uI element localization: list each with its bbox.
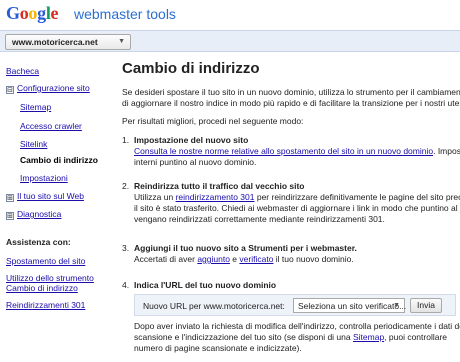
- step-title: Indica l'URL del tuo nuovo dominio: [134, 280, 277, 290]
- verified-site-value: Seleziona un sito verificato...: [298, 301, 407, 311]
- verified-site-dropdown[interactable]: Seleziona un sito verificato... ▼: [293, 298, 407, 313]
- intro-text: Se desideri spostare il tuo sito in un n…: [122, 87, 460, 109]
- step-line: vengano reindirizzati correttamente medi…: [134, 214, 385, 224]
- step-line: Consulta le nostre norme relative allo s…: [134, 146, 460, 157]
- sidebar-item-sitemap[interactable]: Sitemap: [20, 102, 51, 112]
- submit-button[interactable]: Invia: [410, 298, 442, 313]
- assist-link-spostamento[interactable]: Spostamento del sito: [6, 256, 85, 266]
- site-selector-dropdown[interactable]: www.motoricerca.net ▼: [5, 34, 131, 50]
- header: Google webmaster tools: [0, 0, 460, 32]
- step-text: scansione e l'indicizzazione del tuo sit…: [134, 332, 353, 342]
- sidebar-item-il-tuo-sito-sul-web[interactable]: Il tuo sito sul Web: [17, 191, 84, 201]
- after-submit-text: Dopo aver inviato la richiesta di modifi…: [134, 321, 460, 354]
- sidebar-group-diagnostica: ⊞ Diagnostica: [6, 209, 61, 220]
- chevron-down-icon: ▼: [393, 302, 400, 309]
- sidebar-item-accesso-crawler[interactable]: Accesso crawler: [20, 121, 82, 131]
- step-text: . Imposta i: [433, 146, 460, 156]
- step-text: , puoi controllare: [384, 332, 448, 342]
- step-number: 2.: [122, 181, 130, 191]
- step-line: interni puntino al nuovo dominio.: [134, 157, 257, 167]
- step-text: e: [229, 254, 240, 264]
- aggiunto-link[interactable]: aggiunto: [197, 254, 230, 264]
- results-text: Per risultati migliori, procedi nel segu…: [122, 116, 304, 126]
- step-number: 1.: [122, 135, 130, 145]
- step-line: numero di pagine scansionate e indicizza…: [134, 343, 302, 353]
- step-text: Utilizza un: [134, 192, 176, 202]
- intro-line: di aggiornare il nostro indice in modo p…: [122, 98, 460, 108]
- step-text: il tuo nuovo dominio.: [273, 254, 354, 264]
- verificato-link[interactable]: verificato: [239, 254, 273, 264]
- step-title: Impostazione del nuovo sito: [134, 135, 249, 145]
- expand-icon[interactable]: ⊞: [6, 212, 14, 220]
- step-number: 4.: [122, 280, 130, 290]
- step-line: scansione e l'indicizzazione del tuo sit…: [134, 332, 460, 343]
- step-text: Accertati di aver: [134, 254, 198, 264]
- norme-spostamento-link[interactable]: Consulta le nostre norme relative allo s…: [134, 146, 433, 156]
- logo-letter: G: [6, 3, 20, 23]
- assist-title: Assistenza con:: [6, 237, 71, 247]
- product-name: webmaster tools: [74, 6, 176, 22]
- step-body: Aggiungi il tuo nuovo sito a Strumenti p…: [134, 243, 460, 265]
- sidebar-item-sitelink[interactable]: Sitelink: [20, 139, 47, 149]
- step-body: Reindirizza tutto il traffico dal vecchi…: [134, 181, 460, 225]
- page-title: Cambio di indirizzo: [122, 60, 260, 77]
- step-line: Dopo aver inviato la richiesta di modifi…: [134, 321, 460, 331]
- sidebar-item-bacheca[interactable]: Bacheca: [6, 66, 39, 76]
- collapse-icon[interactable]: ⊟: [6, 86, 14, 94]
- logo-letter: e: [50, 3, 59, 23]
- step-body: Indica l'URL del tuo nuovo dominio: [134, 280, 460, 291]
- step-line: Accertati di aver aggiunto e verificato …: [134, 254, 460, 265]
- sidebar-item-cambio-di-indirizzo: Cambio di indirizzo: [20, 155, 98, 165]
- assist-link-reindirizzamenti[interactable]: Reindirizzamenti 301: [6, 300, 85, 310]
- new-url-form: Nuovo URL per www.motoricerca.net: Selez…: [134, 294, 456, 316]
- google-logo[interactable]: Google: [6, 3, 59, 24]
- assist-link-utilizzo-strumento[interactable]: Utilizzo dello strumento: [6, 273, 94, 283]
- sidebar-item-impostazioni[interactable]: Impostazioni: [20, 173, 68, 183]
- site-selector-value: www.motoricerca.net: [12, 37, 98, 47]
- step-line: il sito è stato trasferito. Chiedi ai we…: [134, 203, 460, 213]
- logo-letter: o: [28, 3, 38, 23]
- step-line: Utilizza un reindirizzamento 301 per rei…: [134, 192, 460, 203]
- step-title: Reindirizza tutto il traffico dal vecchi…: [134, 181, 305, 191]
- sidebar-item-configurazione-sito[interactable]: Configurazione sito: [17, 83, 90, 93]
- site-bar: www.motoricerca.net ▼: [0, 30, 460, 52]
- chevron-down-icon: ▼: [118, 38, 125, 45]
- new-url-label: Nuovo URL per www.motoricerca.net:: [143, 301, 285, 311]
- assist-link-utilizzo-strumento-cont[interactable]: Cambio di indirizzo: [6, 283, 78, 293]
- expand-icon[interactable]: ⊞: [6, 194, 14, 202]
- sidebar-group-il-tuo-sito: ⊞ Il tuo sito sul Web: [6, 191, 84, 202]
- reindirizzamento-301-link[interactable]: reindirizzamento 301: [176, 192, 255, 202]
- logo-letter: g: [37, 3, 46, 23]
- sitemap-link[interactable]: Sitemap: [353, 332, 384, 342]
- sidebar-item-diagnostica[interactable]: Diagnostica: [17, 209, 61, 219]
- step-text: per reindirizzare definitivamente le pag…: [254, 192, 460, 202]
- step-number: 3.: [122, 243, 130, 253]
- logo-letter: o: [19, 3, 29, 23]
- step-title: Aggiungi il tuo nuovo sito a Strumenti p…: [134, 243, 357, 253]
- sidebar-group-configurazione: ⊟ Configurazione sito: [6, 83, 90, 94]
- intro-line: Se desideri spostare il tuo sito in un n…: [122, 87, 460, 97]
- step-body: Impostazione del nuovo sito Consulta le …: [134, 135, 460, 168]
